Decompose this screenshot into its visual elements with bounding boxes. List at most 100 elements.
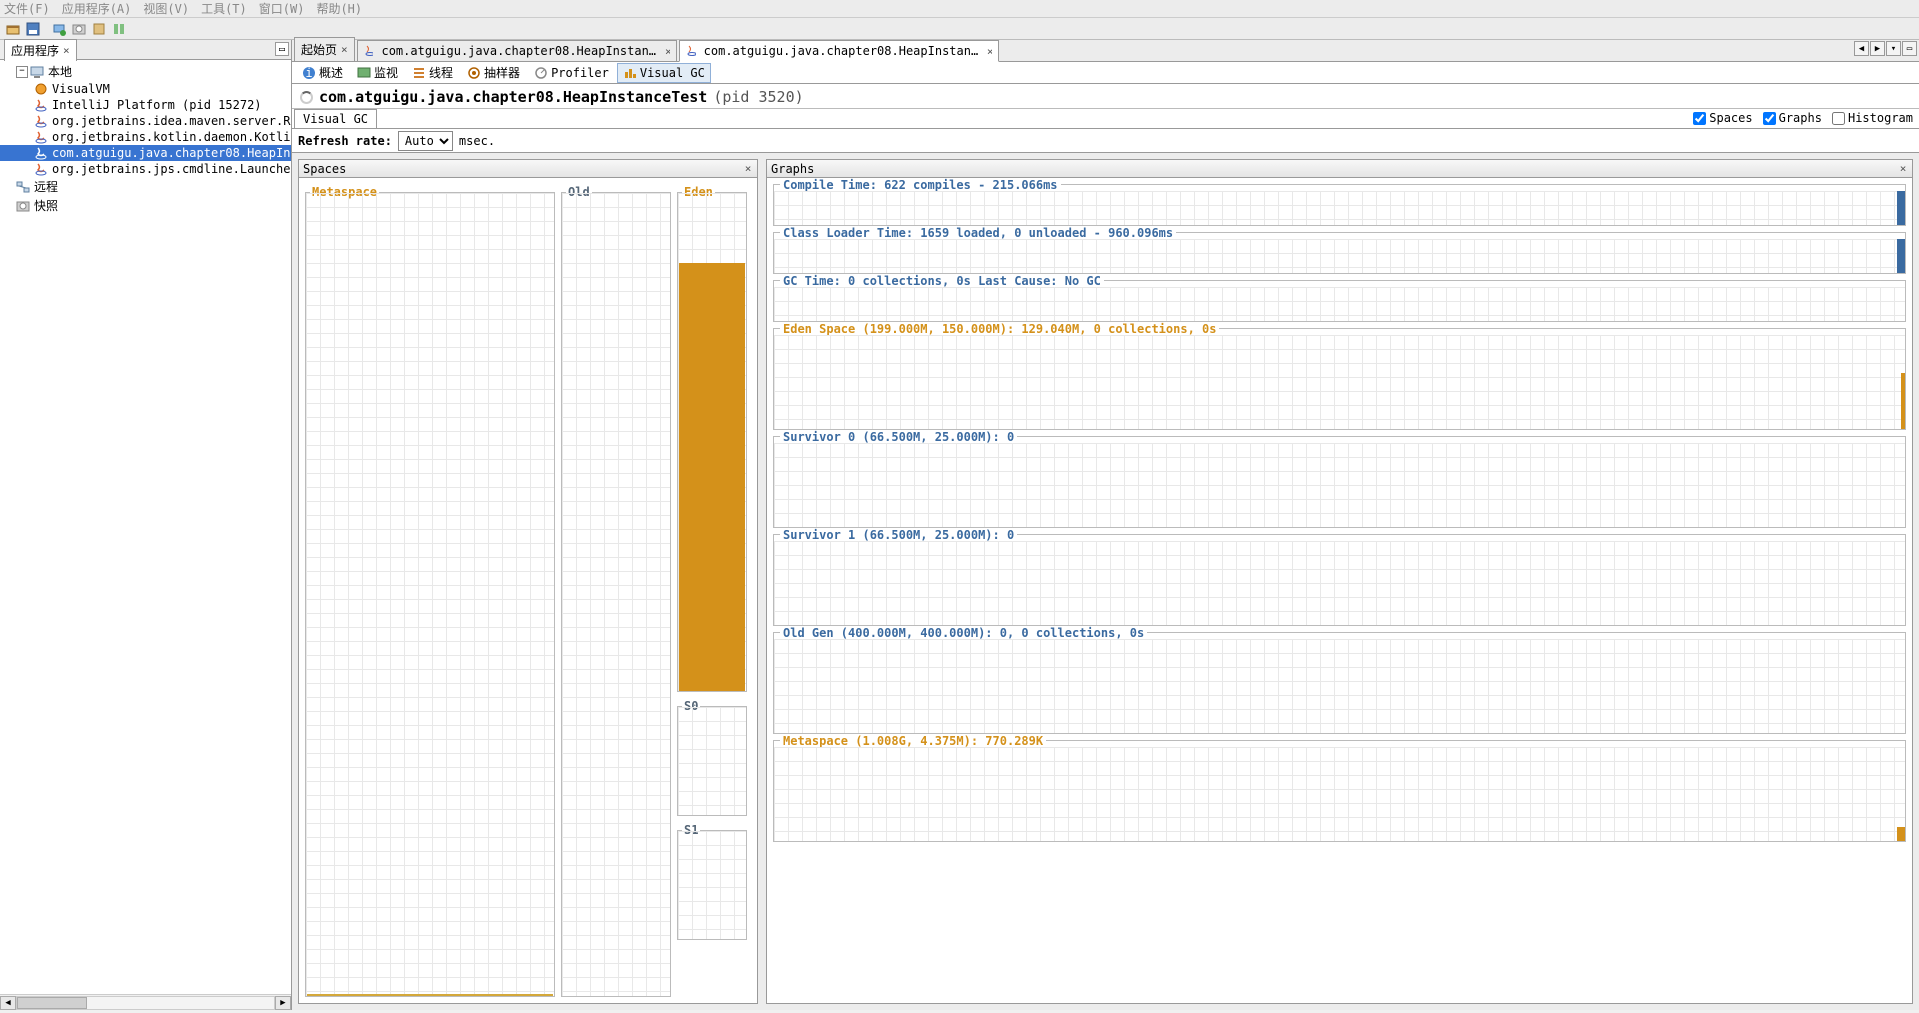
menu-file[interactable]: 文件(F): [4, 0, 50, 17]
subtab-label: Visual GC: [640, 66, 705, 80]
collapse-icon[interactable]: −: [16, 66, 28, 78]
sidebar-hscroll[interactable]: ◀ ▶: [0, 994, 291, 1010]
graphs-panel-header: Graphs ×: [767, 160, 1912, 178]
menu-view[interactable]: 视图(V): [143, 0, 189, 17]
tab-next-icon[interactable]: ▶: [1870, 41, 1885, 56]
content-tab[interactable]: com.atguigu.java.chapter08.HeapInstanceT…: [357, 40, 677, 61]
graph-label: Survivor 0 (66.500M, 25.000M): 0: [783, 430, 1014, 444]
scroll-left-icon[interactable]: ◀: [0, 996, 16, 1010]
tree-item[interactable]: org.jetbrains.kotlin.daemon.KotlinCompil…: [0, 129, 291, 145]
checkbox-spaces[interactable]: Spaces: [1693, 111, 1752, 125]
tree-local-root[interactable]: − 本地: [0, 62, 291, 81]
refresh-select[interactable]: Auto: [398, 131, 453, 151]
tree-label: 远程: [34, 178, 58, 195]
close-icon[interactable]: ×: [741, 161, 755, 175]
menu-tools[interactable]: 工具(T): [201, 0, 247, 17]
overview-tab[interactable]: i 概述: [296, 61, 349, 84]
heap-dump-icon[interactable]: [90, 20, 108, 38]
save-icon[interactable]: [24, 20, 42, 38]
tree-item-selected[interactable]: com.atguigu.java.chapter08.HeapInstanceT…: [0, 145, 291, 161]
tree-remote-root[interactable]: 远程: [0, 177, 291, 196]
checkbox-label: Graphs: [1779, 111, 1822, 125]
classloader-graph: Class Loader Time: 1659 loaded, 0 unload…: [773, 232, 1906, 274]
graphs-panel: Graphs × Compile Time: 622 compiles - 21…: [766, 159, 1913, 1004]
metaspace-fill: [307, 994, 553, 996]
view-tab-visualgc[interactable]: Visual GC: [294, 109, 377, 128]
network-icon: [16, 180, 30, 194]
panels-container: Spaces × Metaspace Old: [292, 153, 1919, 1010]
checkbox-input[interactable]: [1763, 112, 1776, 125]
graph-bar: [1897, 239, 1905, 273]
threads-tab[interactable]: 线程: [406, 61, 459, 84]
open-icon[interactable]: [4, 20, 22, 38]
info-icon: i: [302, 66, 316, 80]
sidebar-tab[interactable]: 应用程序 ×: [4, 39, 77, 61]
menu-window[interactable]: 窗口(W): [259, 0, 305, 17]
loading-spinner-icon: [300, 91, 313, 104]
tab-list-icon[interactable]: ▾: [1886, 41, 1901, 56]
content-tab-active[interactable]: com.atguigu.java.chapter08.HeapInstanceT…: [679, 40, 999, 62]
sampler-tab[interactable]: 抽样器: [461, 61, 526, 84]
monitor-icon: [357, 66, 371, 80]
page-pid: (pid 3520): [713, 88, 803, 106]
eden-space-graph: Eden Space (199.000M, 150.000M): 129.040…: [773, 328, 1906, 430]
close-icon[interactable]: ×: [1896, 161, 1910, 175]
snapshot-folder-icon: [16, 199, 30, 213]
tab-label: 起始页: [301, 41, 337, 58]
close-icon[interactable]: ×: [341, 43, 348, 56]
menu-app[interactable]: 应用程序(A): [62, 0, 132, 17]
maximize-icon[interactable]: ▭: [1902, 41, 1917, 56]
content-tab-start[interactable]: 起始页 ×: [294, 37, 355, 61]
app-tree: − 本地 VisualVM IntelliJ Platform (pid 152…: [0, 60, 291, 994]
monitor-tab[interactable]: 监视: [351, 61, 404, 84]
close-icon[interactable]: ×: [63, 44, 70, 57]
checkbox-input[interactable]: [1693, 112, 1706, 125]
s1-chart: [678, 831, 746, 939]
s0-column: S0: [677, 706, 747, 816]
scroll-track[interactable]: [16, 996, 275, 1010]
s0-chart: [678, 707, 746, 815]
spaces-panel-header: Spaces ×: [299, 160, 757, 178]
minimize-icon[interactable]: ▭: [275, 42, 289, 56]
refresh-label: Refresh rate:: [298, 134, 392, 148]
tabbar-controls: ◀ ▶ ▾ ▭: [1854, 41, 1917, 56]
tab-prev-icon[interactable]: ◀: [1854, 41, 1869, 56]
checkbox-label: Spaces: [1709, 111, 1752, 125]
checkbox-histogram[interactable]: Histogram: [1832, 111, 1913, 125]
tree-snapshot-root[interactable]: 快照: [0, 196, 291, 215]
graph-label: Class Loader Time: 1659 loaded, 0 unload…: [783, 226, 1173, 240]
scroll-thumb[interactable]: [17, 997, 87, 1009]
thread-dump-icon[interactable]: [110, 20, 128, 38]
tree-label: VisualVM: [52, 82, 110, 96]
metaspace-column: Metaspace: [305, 192, 555, 997]
spaces-panel: Spaces × Metaspace Old: [298, 159, 758, 1004]
snapshot-icon[interactable]: [70, 20, 88, 38]
graph-bar: [1897, 191, 1905, 225]
display-checkboxes: Spaces Graphs Histogram: [1693, 111, 1913, 125]
tree-label: org.jetbrains.jps.cmdline.Launcher (pid …: [52, 162, 291, 176]
close-icon[interactable]: ×: [987, 45, 992, 58]
tree-item[interactable]: IntelliJ Platform (pid 15272): [0, 97, 291, 113]
tree-item[interactable]: org.jetbrains.idea.maven.server.RemoteMa…: [0, 113, 291, 129]
graph-label: GC Time: 0 collections, 0s Last Cause: N…: [783, 274, 1101, 288]
menu-help[interactable]: 帮助(H): [316, 0, 362, 17]
refresh-unit: msec.: [459, 134, 495, 148]
visualgc-tab[interactable]: Visual GC: [617, 63, 711, 83]
checkbox-input[interactable]: [1832, 112, 1845, 125]
close-icon[interactable]: ×: [665, 45, 670, 58]
tree-item[interactable]: org.jetbrains.jps.cmdline.Launcher (pid …: [0, 161, 291, 177]
visualgc-icon: [623, 66, 637, 80]
page-title-row: com.atguigu.java.chapter08.HeapInstanceT…: [292, 84, 1919, 109]
scroll-right-icon[interactable]: ▶: [275, 996, 291, 1010]
menu-bar: 文件(F) 应用程序(A) 视图(V) 工具(T) 窗口(W) 帮助(H): [0, 0, 1919, 18]
checkbox-graphs[interactable]: Graphs: [1763, 111, 1822, 125]
tab-label: com.atguigu.java.chapter08.HeapInstanceT…: [381, 44, 661, 58]
tree-label: org.jetbrains.kotlin.daemon.KotlinCompil…: [52, 130, 291, 144]
old-column: Old: [561, 192, 671, 997]
content-tabbar: 起始页 × com.atguigu.java.chapter08.HeapIns…: [292, 40, 1919, 62]
subtab-label: Profiler: [551, 66, 609, 80]
profiler-tab[interactable]: Profiler: [528, 63, 615, 83]
tree-item[interactable]: VisualVM: [0, 81, 291, 97]
refresh-row: Refresh rate: Auto msec.: [292, 129, 1919, 153]
remote-add-icon[interactable]: [50, 20, 68, 38]
